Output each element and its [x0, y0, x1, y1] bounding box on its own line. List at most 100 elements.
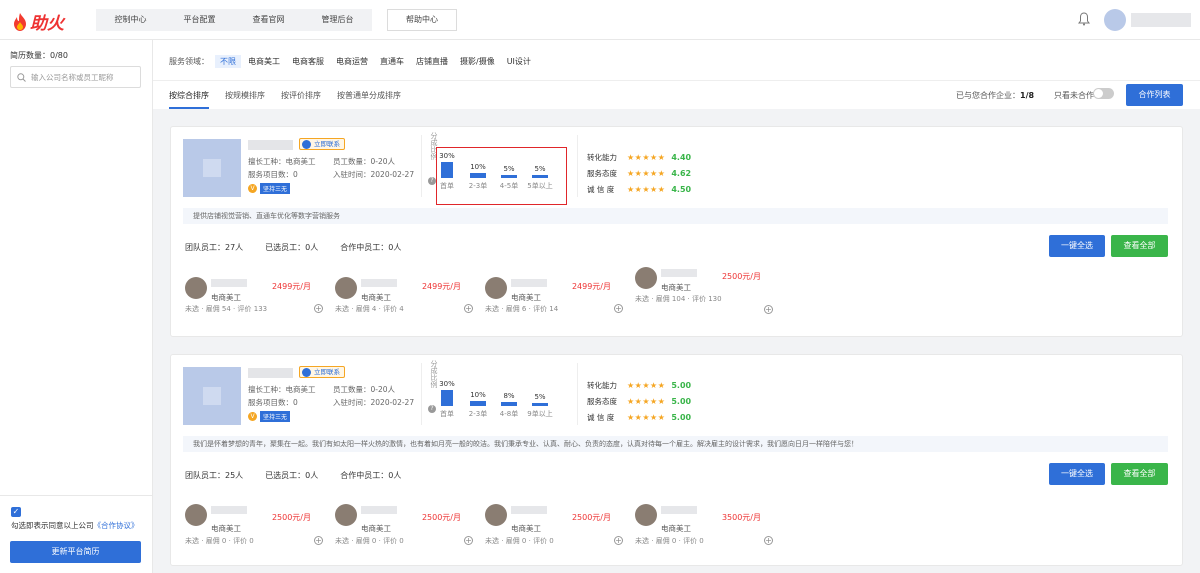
add-icon[interactable]: +	[614, 536, 623, 545]
add-icon[interactable]: +	[314, 304, 323, 313]
select-all-button[interactable]: 一键全选	[1049, 235, 1105, 257]
star-icons: ★★★★★	[627, 184, 666, 194]
search-icon	[17, 72, 26, 82]
coop-value: 1/8	[1020, 91, 1035, 100]
employee-role: 电商美工	[511, 293, 541, 302]
contact-button[interactable]: 立即联系	[299, 366, 345, 378]
add-icon[interactable]: +	[614, 304, 623, 313]
employee-list: 2499元/月 电商美工 未选 · 雇佣 54 · 评价 133 + 2499元…	[183, 264, 1168, 322]
nav-item-official-site[interactable]: 查看官网	[234, 9, 303, 31]
divider	[421, 135, 422, 197]
score-value: 5.00	[671, 380, 692, 390]
update-resume-button[interactable]: 更新平台简历	[10, 541, 141, 563]
company-name-blurred[interactable]	[248, 140, 293, 150]
tab-sort-commission[interactable]: 按普通单分成排序	[337, 90, 401, 109]
search-box[interactable]	[10, 66, 141, 88]
filter-option-express[interactable]: 直通车	[375, 55, 409, 68]
search-input[interactable]	[31, 72, 131, 82]
bell-icon[interactable]	[1078, 12, 1090, 26]
select-status: 未选	[635, 537, 649, 545]
company-logo[interactable]	[183, 367, 241, 425]
nav-item-control-center[interactable]: 控制中心	[96, 9, 165, 31]
tab-sort-scale[interactable]: 按规模排序	[225, 90, 265, 109]
score-label: 转化能力	[587, 380, 617, 390]
employee-card[interactable]: 2500元/月 电商美工 未选 · 雇佣 0 · 评价 0 +	[333, 492, 479, 550]
view-all-button[interactable]: 查看全部	[1111, 463, 1168, 485]
user-name-blurred[interactable]	[1131, 13, 1191, 27]
contact-label: 立即联系	[314, 368, 340, 376]
score-value: 4.40	[671, 152, 692, 162]
add-icon[interactable]: +	[764, 305, 773, 314]
employee-avatar[interactable]	[335, 504, 357, 526]
dist-bar	[441, 390, 453, 406]
filter-option-photo[interactable]: 摄影/摄像	[455, 55, 500, 68]
contact-button[interactable]: 立即联系	[299, 138, 345, 150]
highlight-box	[436, 147, 567, 205]
employee-stats: 未选 · 雇佣 0 · 评价 0	[185, 537, 254, 545]
employee-avatar[interactable]	[485, 504, 507, 526]
score-label: 诚 信 度	[587, 184, 615, 194]
company-logo[interactable]	[183, 139, 241, 197]
badge: V 坚持三无	[248, 411, 291, 422]
employee-card[interactable]: 3500元/月 电商美工 未选 · 雇佣 0 · 评价 0 +	[633, 492, 779, 550]
filter-option-ui[interactable]: UI设计	[502, 55, 536, 68]
review-count: 评价 0	[233, 537, 254, 545]
company-description: 我们是怀着梦想的青年，聚集在一起。我们有如太阳一样火热的激情，也有着如月亮一般的…	[183, 436, 1168, 452]
employee-card[interactable]: 2500元/月 电商美工 未选 · 雇佣 0 · 评价 0 +	[483, 492, 629, 550]
review-count: 评价 133	[237, 305, 268, 313]
employee-role: 电商美工	[361, 524, 391, 533]
employee-card[interactable]: 2499元/月 电商美工 未选 · 雇佣 4 · 评价 4 +	[333, 264, 479, 322]
employee-avatar[interactable]	[635, 267, 657, 289]
employee-name-blurred	[211, 506, 247, 514]
user-avatar[interactable]	[1104, 9, 1126, 31]
view-all-button[interactable]: 查看全部	[1111, 235, 1168, 257]
employee-price: 2499元/月	[271, 282, 311, 291]
agree-checkbox[interactable]: ✓	[11, 507, 21, 517]
employee-avatar[interactable]	[335, 277, 357, 299]
employee-role: 电商美工	[361, 293, 391, 302]
filter-option-live[interactable]: 店铺直播	[411, 55, 453, 68]
badge-text: 坚持三无	[260, 183, 291, 194]
only-uncooperated-toggle[interactable]	[1093, 88, 1114, 99]
employee-card[interactable]: 2500元/月 电商美工 未选 · 雇佣 104 · 评价 130 +	[633, 264, 779, 322]
team-stats: 团队员工：25人 已选员工：0人 合作中员工：0人	[185, 470, 401, 481]
employee-stats: 未选 · 雇佣 0 · 评价 0	[485, 537, 554, 545]
verified-icon: V	[248, 412, 257, 421]
employee-card[interactable]: 2500元/月 电商美工 未选 · 雇佣 0 · 评价 0 +	[183, 492, 329, 550]
nav-item-admin[interactable]: 管理后台	[303, 9, 372, 31]
employee-avatar[interactable]	[485, 277, 507, 299]
employee-avatar[interactable]	[635, 504, 657, 526]
coop-list-button[interactable]: 合作列表	[1126, 84, 1183, 106]
score-row: 服务态度 ★★★★★ 4.62	[587, 165, 691, 181]
dist-pct: 8%	[503, 392, 515, 400]
filter-option-design[interactable]: 电商美工	[243, 55, 285, 68]
company-name-blurred[interactable]	[248, 368, 293, 378]
help-center-button[interactable]: 帮助中心	[387, 9, 457, 31]
add-icon[interactable]: +	[464, 536, 473, 545]
logo[interactable]: 助火	[13, 9, 64, 34]
filter-option-service[interactable]: 电商客服	[287, 55, 329, 68]
add-icon[interactable]: +	[314, 536, 323, 545]
select-all-button[interactable]: 一键全选	[1049, 463, 1105, 485]
employee-avatar[interactable]	[185, 504, 207, 526]
top-nav: 控制中心 平台配置 查看官网 管理后台	[96, 9, 372, 31]
filter-option-all[interactable]: 不限	[215, 55, 241, 68]
add-icon[interactable]: +	[464, 304, 473, 313]
service-filter: 服务领域： 不限 电商美工 电商客服 电商运营 直通车 店铺直播 摄影/摄像 U…	[169, 55, 538, 68]
employee-role: 电商美工	[661, 283, 691, 292]
employee-avatar[interactable]	[185, 277, 207, 299]
score-label: 转化能力	[587, 152, 617, 162]
add-icon[interactable]: +	[764, 536, 773, 545]
score-label: 服务态度	[587, 168, 617, 178]
coop-label: 已与您合作企业：	[956, 91, 1020, 100]
filter-option-operation[interactable]: 电商运营	[331, 55, 373, 68]
tab-sort-rating[interactable]: 按评价排序	[281, 90, 321, 109]
tab-sort-overall[interactable]: 按综合排序	[169, 90, 209, 109]
nav-item-platform-config[interactable]: 平台配置	[165, 9, 234, 31]
hire-count: 雇佣 104	[655, 295, 686, 303]
employee-card[interactable]: 2499元/月 电商美工 未选 · 雇佣 6 · 评价 14 +	[483, 264, 629, 322]
agreement-link[interactable]: 《合作协议》	[94, 521, 139, 530]
service-filter-label: 服务领域：	[169, 57, 209, 66]
employee-card[interactable]: 2499元/月 电商美工 未选 · 雇佣 54 · 评价 133 +	[183, 264, 329, 322]
flame-icon	[14, 12, 26, 31]
